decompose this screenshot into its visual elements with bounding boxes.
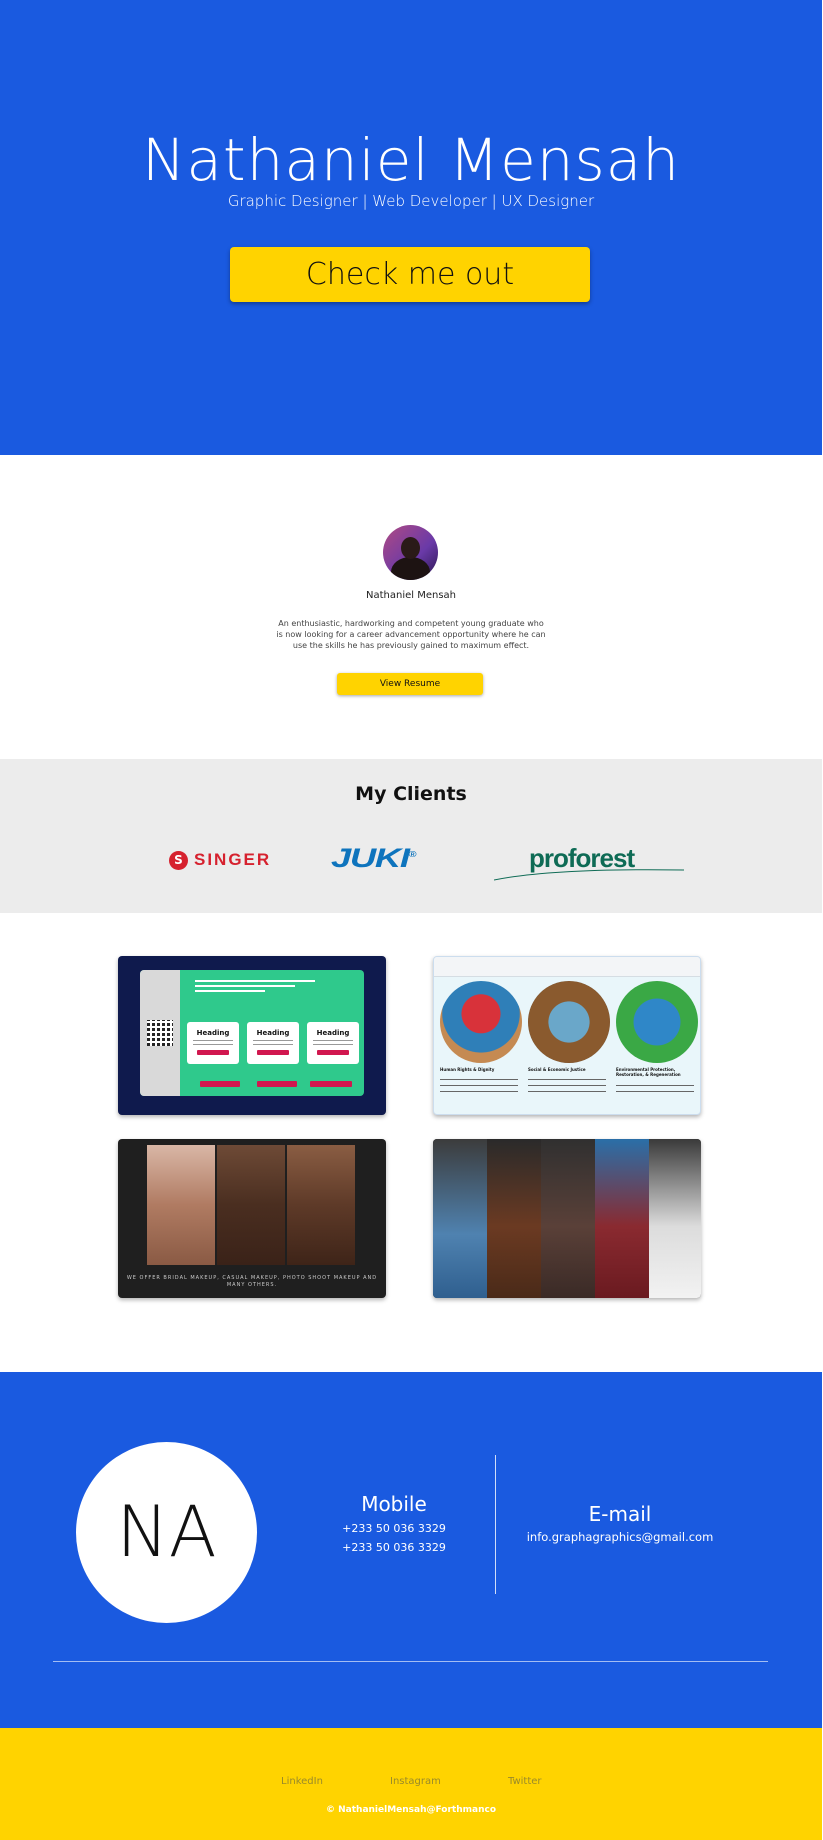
portfolio-card-makeup-site[interactable]: WE OFFER BRIDAL MAKEUP, CASUAL MAKEUP, P… — [118, 1139, 386, 1298]
email-title: E-mail — [588, 1502, 652, 1526]
web-app-header-lines — [195, 980, 325, 996]
text-line — [616, 1085, 694, 1086]
footer-button — [200, 1081, 240, 1087]
web-app-screenshot: Heading Heading Heading — [140, 970, 364, 1096]
team-member-photo — [487, 1139, 541, 1298]
mobile-number[interactable]: +233 50 036 3329 — [294, 1522, 494, 1535]
juki-registered-mark: ® — [408, 850, 417, 859]
juki-logo-text: JUKI — [331, 843, 410, 873]
team-member-photo — [649, 1139, 701, 1298]
text-line — [440, 1091, 518, 1092]
footer-link-twitter[interactable]: Twitter — [508, 1776, 542, 1787]
environment-illustration — [616, 981, 698, 1063]
juki-logo: JUKI® — [331, 843, 417, 874]
footer: LinkedIn Instagram Twitter © NathanielMe… — [0, 1728, 822, 1840]
contact-divider — [495, 1455, 496, 1594]
header-line — [195, 990, 265, 992]
mini-card: Heading — [187, 1022, 239, 1064]
mini-card-heading: Heading — [196, 1029, 230, 1037]
team-member-photo — [541, 1139, 595, 1298]
mini-card-button — [317, 1050, 349, 1055]
text-line — [528, 1085, 606, 1086]
mini-card: Heading — [247, 1022, 299, 1064]
text-line — [528, 1079, 606, 1080]
contact-section: NA Mobile +233 50 036 3329 +233 50 036 3… — [0, 1372, 822, 1728]
about-name: Nathaniel Mensah — [365, 590, 456, 601]
portfolio-card-team-photo[interactable] — [433, 1139, 701, 1298]
header-line — [195, 980, 315, 982]
hero-section: Nathaniel Mensah Graphic Designer | Web … — [0, 0, 822, 455]
hero-subtitle: Graphic Designer | Web Developer | UX De… — [227, 192, 595, 210]
avatar-head — [401, 537, 420, 559]
team-member-photo — [595, 1139, 649, 1298]
mini-card-line — [253, 1040, 293, 1041]
initials-logo: NA — [76, 1442, 257, 1623]
browser-toolbar — [434, 957, 700, 977]
email-address[interactable]: info.graphagraphics@gmail.com — [495, 1530, 745, 1544]
header-line — [195, 985, 295, 987]
mobile-number[interactable]: +233 50 036 3329 — [294, 1541, 494, 1554]
view-resume-button[interactable]: View Resume — [337, 673, 483, 695]
contact-bottom-divider — [53, 1661, 768, 1662]
avatar — [383, 525, 438, 580]
footer-button — [257, 1081, 297, 1087]
copyright: © NathanielMensah@Forthmanco — [326, 1805, 496, 1815]
mini-card-line — [253, 1044, 293, 1045]
clients-section: My Clients S SINGER JUKI® proforest — [0, 759, 822, 913]
card-caption: Environmental Protection, Restoration, &… — [616, 1067, 681, 1077]
hero-title: Nathaniel Mensah — [141, 126, 681, 194]
team-member-photo — [433, 1139, 487, 1298]
mini-card-heading: Heading — [316, 1029, 350, 1037]
mini-card-line — [193, 1040, 233, 1041]
makeup-photo — [217, 1145, 285, 1265]
mini-card-heading: Heading — [256, 1029, 290, 1037]
portfolio-card-web-app[interactable]: Heading Heading Heading — [118, 956, 386, 1115]
text-line — [440, 1079, 518, 1080]
mini-card-button — [197, 1050, 229, 1055]
portfolio-page: Nathaniel Mensah Graphic Designer | Web … — [0, 0, 823, 1840]
qr-code-overlay — [147, 1020, 173, 1046]
mini-card-button — [257, 1050, 289, 1055]
footer-link-instagram[interactable]: Instagram — [390, 1776, 441, 1787]
proforest-swoosh-icon — [494, 869, 684, 881]
makeup-photo — [287, 1145, 355, 1265]
mini-card-line — [193, 1044, 233, 1045]
card-caption: Human Rights & Dignity — [440, 1067, 495, 1072]
makeup-caption: WE OFFER BRIDAL MAKEUP, CASUAL MAKEUP, P… — [126, 1275, 378, 1288]
portfolio-card-ngo-site[interactable]: Human Rights & Dignity Social & Economic… — [433, 956, 701, 1115]
avatar-body — [391, 557, 430, 580]
mini-card-line — [313, 1040, 353, 1041]
mobile-title: Mobile — [361, 1492, 427, 1516]
makeup-photo — [147, 1145, 215, 1265]
text-line — [440, 1085, 518, 1086]
clients-title: My Clients — [355, 783, 467, 805]
footer-button — [310, 1081, 352, 1087]
about-section: Nathaniel Mensah An enthusiastic, hardwo… — [0, 455, 822, 759]
portfolio-section: Heading Heading Heading Human Rights & D… — [0, 913, 822, 1372]
mini-card: Heading — [307, 1022, 359, 1064]
singer-logo: S SINGER — [169, 848, 271, 872]
about-description: An enthusiastic, hardworking and compete… — [276, 619, 546, 650]
check-me-out-button[interactable]: Check me out — [230, 247, 590, 302]
social-justice-illustration — [528, 981, 610, 1063]
card-caption: Social & Economic Justice — [528, 1067, 586, 1072]
singer-badge-icon: S — [169, 850, 188, 870]
footer-link-linkedin[interactable]: LinkedIn — [281, 1776, 323, 1787]
singer-logo-text: SINGER — [194, 850, 272, 869]
text-line — [616, 1091, 694, 1092]
web-app-sidebar — [140, 970, 180, 1096]
mini-card-line — [313, 1044, 353, 1045]
text-line — [528, 1091, 606, 1092]
human-rights-illustration — [440, 981, 522, 1063]
